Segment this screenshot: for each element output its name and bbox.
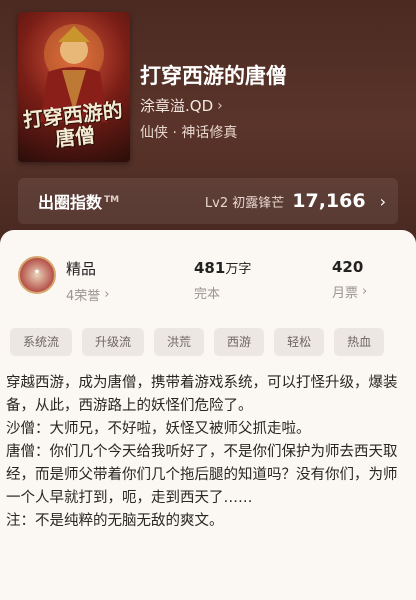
description-paragraph: 穿越西游，成为唐僧，携带着游戏系统，可以打怪升级，爆装备，从此，西游路上的妖怪们… — [6, 375, 398, 414]
circle-score: 17,166 — [292, 190, 366, 212]
description-paragraph: 沙僧：大师兄，不好啦，妖怪又被师父抓走啦。 — [6, 421, 311, 437]
word-count: 481 — [194, 259, 226, 277]
book-genre: 仙侠 · 神话修真 — [140, 125, 238, 141]
chevron-right-icon: › — [217, 97, 223, 114]
quality-badge-icon: ★ — [18, 256, 56, 294]
honors-count: 4荣誉 — [66, 289, 101, 304]
tag[interactable]: 轻松 — [274, 328, 325, 356]
ticket-link: 月票 › — [332, 282, 367, 301]
book-description[interactable]: 穿越西游，成为唐僧，携带着游戏系统，可以打怪升级，爆装备，从此，西游路上的妖怪们… — [6, 372, 406, 533]
trademark-mark: TM — [104, 194, 120, 205]
circle-index-title: 出圈指数 TM — [38, 189, 119, 213]
description-paragraph: 注：不是纯粹的无脑无敌的爽文。 — [6, 513, 224, 529]
ticket-label: 月票 — [332, 286, 359, 301]
quality-stat[interactable]: 精品 4荣誉 › — [66, 258, 109, 304]
book-cover[interactable]: 打穿西游的唐僧 — [18, 12, 130, 162]
tag[interactable]: 西游 — [214, 328, 265, 356]
description-paragraph: 唐僧：你们几个今天给我听好了，不是你们保护为师去西天取经，而是师父带着你们几个拖… — [6, 444, 398, 506]
tag[interactable]: 洪荒 — [154, 328, 205, 356]
honors-link: 4荣誉 › — [66, 285, 109, 304]
book-header: 打穿西游的唐僧 打穿西游的唐僧 涂章溢.QD › 仙侠 · 神话修真 出圈指数 T… — [0, 0, 416, 230]
chevron-right-icon: › — [362, 284, 368, 299]
book-info-card: ★ 精品 4荣誉 › 481万字 完本 420 月票 › 系统流 升级流 洪荒 … — [0, 230, 416, 600]
word-count-stat: 481万字 完本 — [194, 258, 251, 302]
tag-list: 系统流 升级流 洪荒 西游 轻松 热血 — [10, 328, 416, 358]
quality-label: 精品 — [66, 260, 97, 278]
author-name: 涂章溢.QD — [140, 97, 214, 115]
badge-emblem: ★ — [33, 267, 41, 276]
chevron-right-icon: › — [104, 287, 110, 302]
tag[interactable]: 升级流 — [82, 328, 145, 356]
tag[interactable]: 热血 — [334, 328, 385, 356]
author-link[interactable]: 涂章溢.QD › — [140, 95, 223, 116]
circle-index-bar[interactable]: 出圈指数 TM Lv2 初露锋芒 17,166 › — [18, 178, 398, 224]
chevron-right-icon: › — [379, 191, 386, 211]
circle-level: Lv2 初露锋芒 — [204, 195, 285, 211]
tag[interactable]: 系统流 — [10, 328, 73, 356]
circle-index-label: 出圈指数 — [38, 193, 103, 212]
circle-index-value: Lv2 初露锋芒 17,166 › — [205, 190, 386, 212]
completion-status: 完本 — [194, 287, 221, 302]
ticket-count: 420 — [332, 258, 364, 276]
word-count-unit: 万字 — [225, 262, 252, 277]
book-title: 打穿西游的唐僧 — [140, 64, 287, 88]
monthly-ticket-stat[interactable]: 420 月票 › — [332, 258, 367, 301]
